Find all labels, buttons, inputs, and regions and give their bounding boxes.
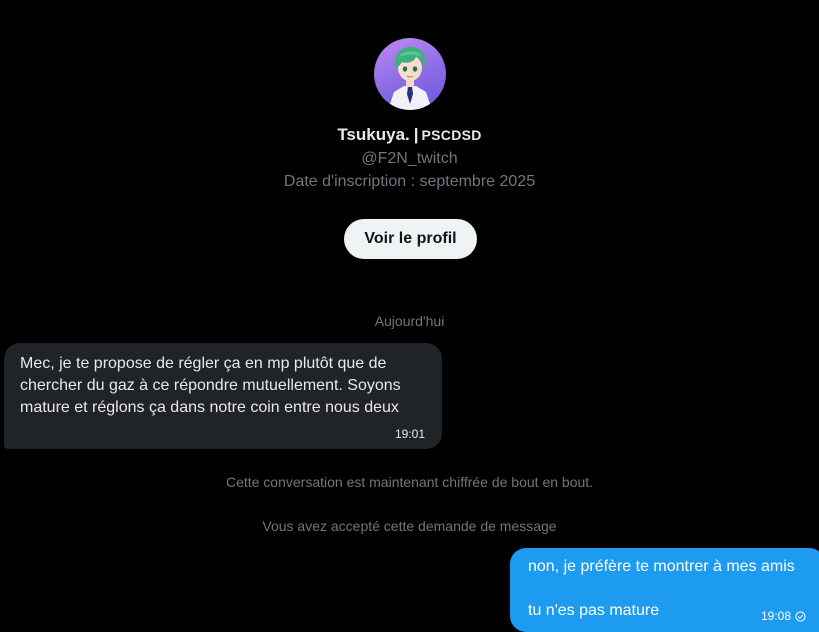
encryption-notice: Cette conversation est maintenant chiffr…: [225, 474, 594, 490]
message-line: tu n'es pas mature: [528, 602, 660, 619]
name-tag: PSCDSD: [421, 127, 482, 143]
dm-conversation: Tsukuya. | PSCDSD @F2N_twitch Date d'inscr…: [0, 0, 819, 632]
view-profile-button[interactable]: Voir le profil: [344, 219, 477, 259]
request-accepted-notice: Vous avez accepté cette demande de messa…: [262, 518, 557, 534]
display-name: Tsukuya.: [337, 125, 410, 144]
sent-check-icon: [795, 610, 806, 622]
profile-handle: @F2N_twitch: [361, 150, 458, 167]
message-bubble-outgoing[interactable]: non, je préfère te montrer à mes amis tu…: [510, 548, 819, 632]
message-line: non, je préfère te montrer à mes amis: [528, 558, 795, 575]
message-time: 19:01: [394, 427, 425, 441]
name-separator: |: [413, 125, 419, 144]
message-time: 19:08: [761, 609, 792, 623]
profile-avatar[interactable]: [374, 38, 446, 110]
message-text: Mec, je te propose de régler ça en mp pl…: [20, 355, 401, 416]
join-date: Date d'inscription : septembre 2025: [283, 173, 536, 190]
date-divider: Aujourd'hui: [374, 313, 445, 329]
message-meta: 19:08: [761, 609, 806, 623]
profile-name-row: Tsukuya. | PSCDSD: [0, 125, 819, 145]
message-bubble-incoming[interactable]: Mec, je te propose de régler ça en mp pl…: [4, 343, 442, 449]
anime-avatar-icon: [388, 46, 432, 110]
